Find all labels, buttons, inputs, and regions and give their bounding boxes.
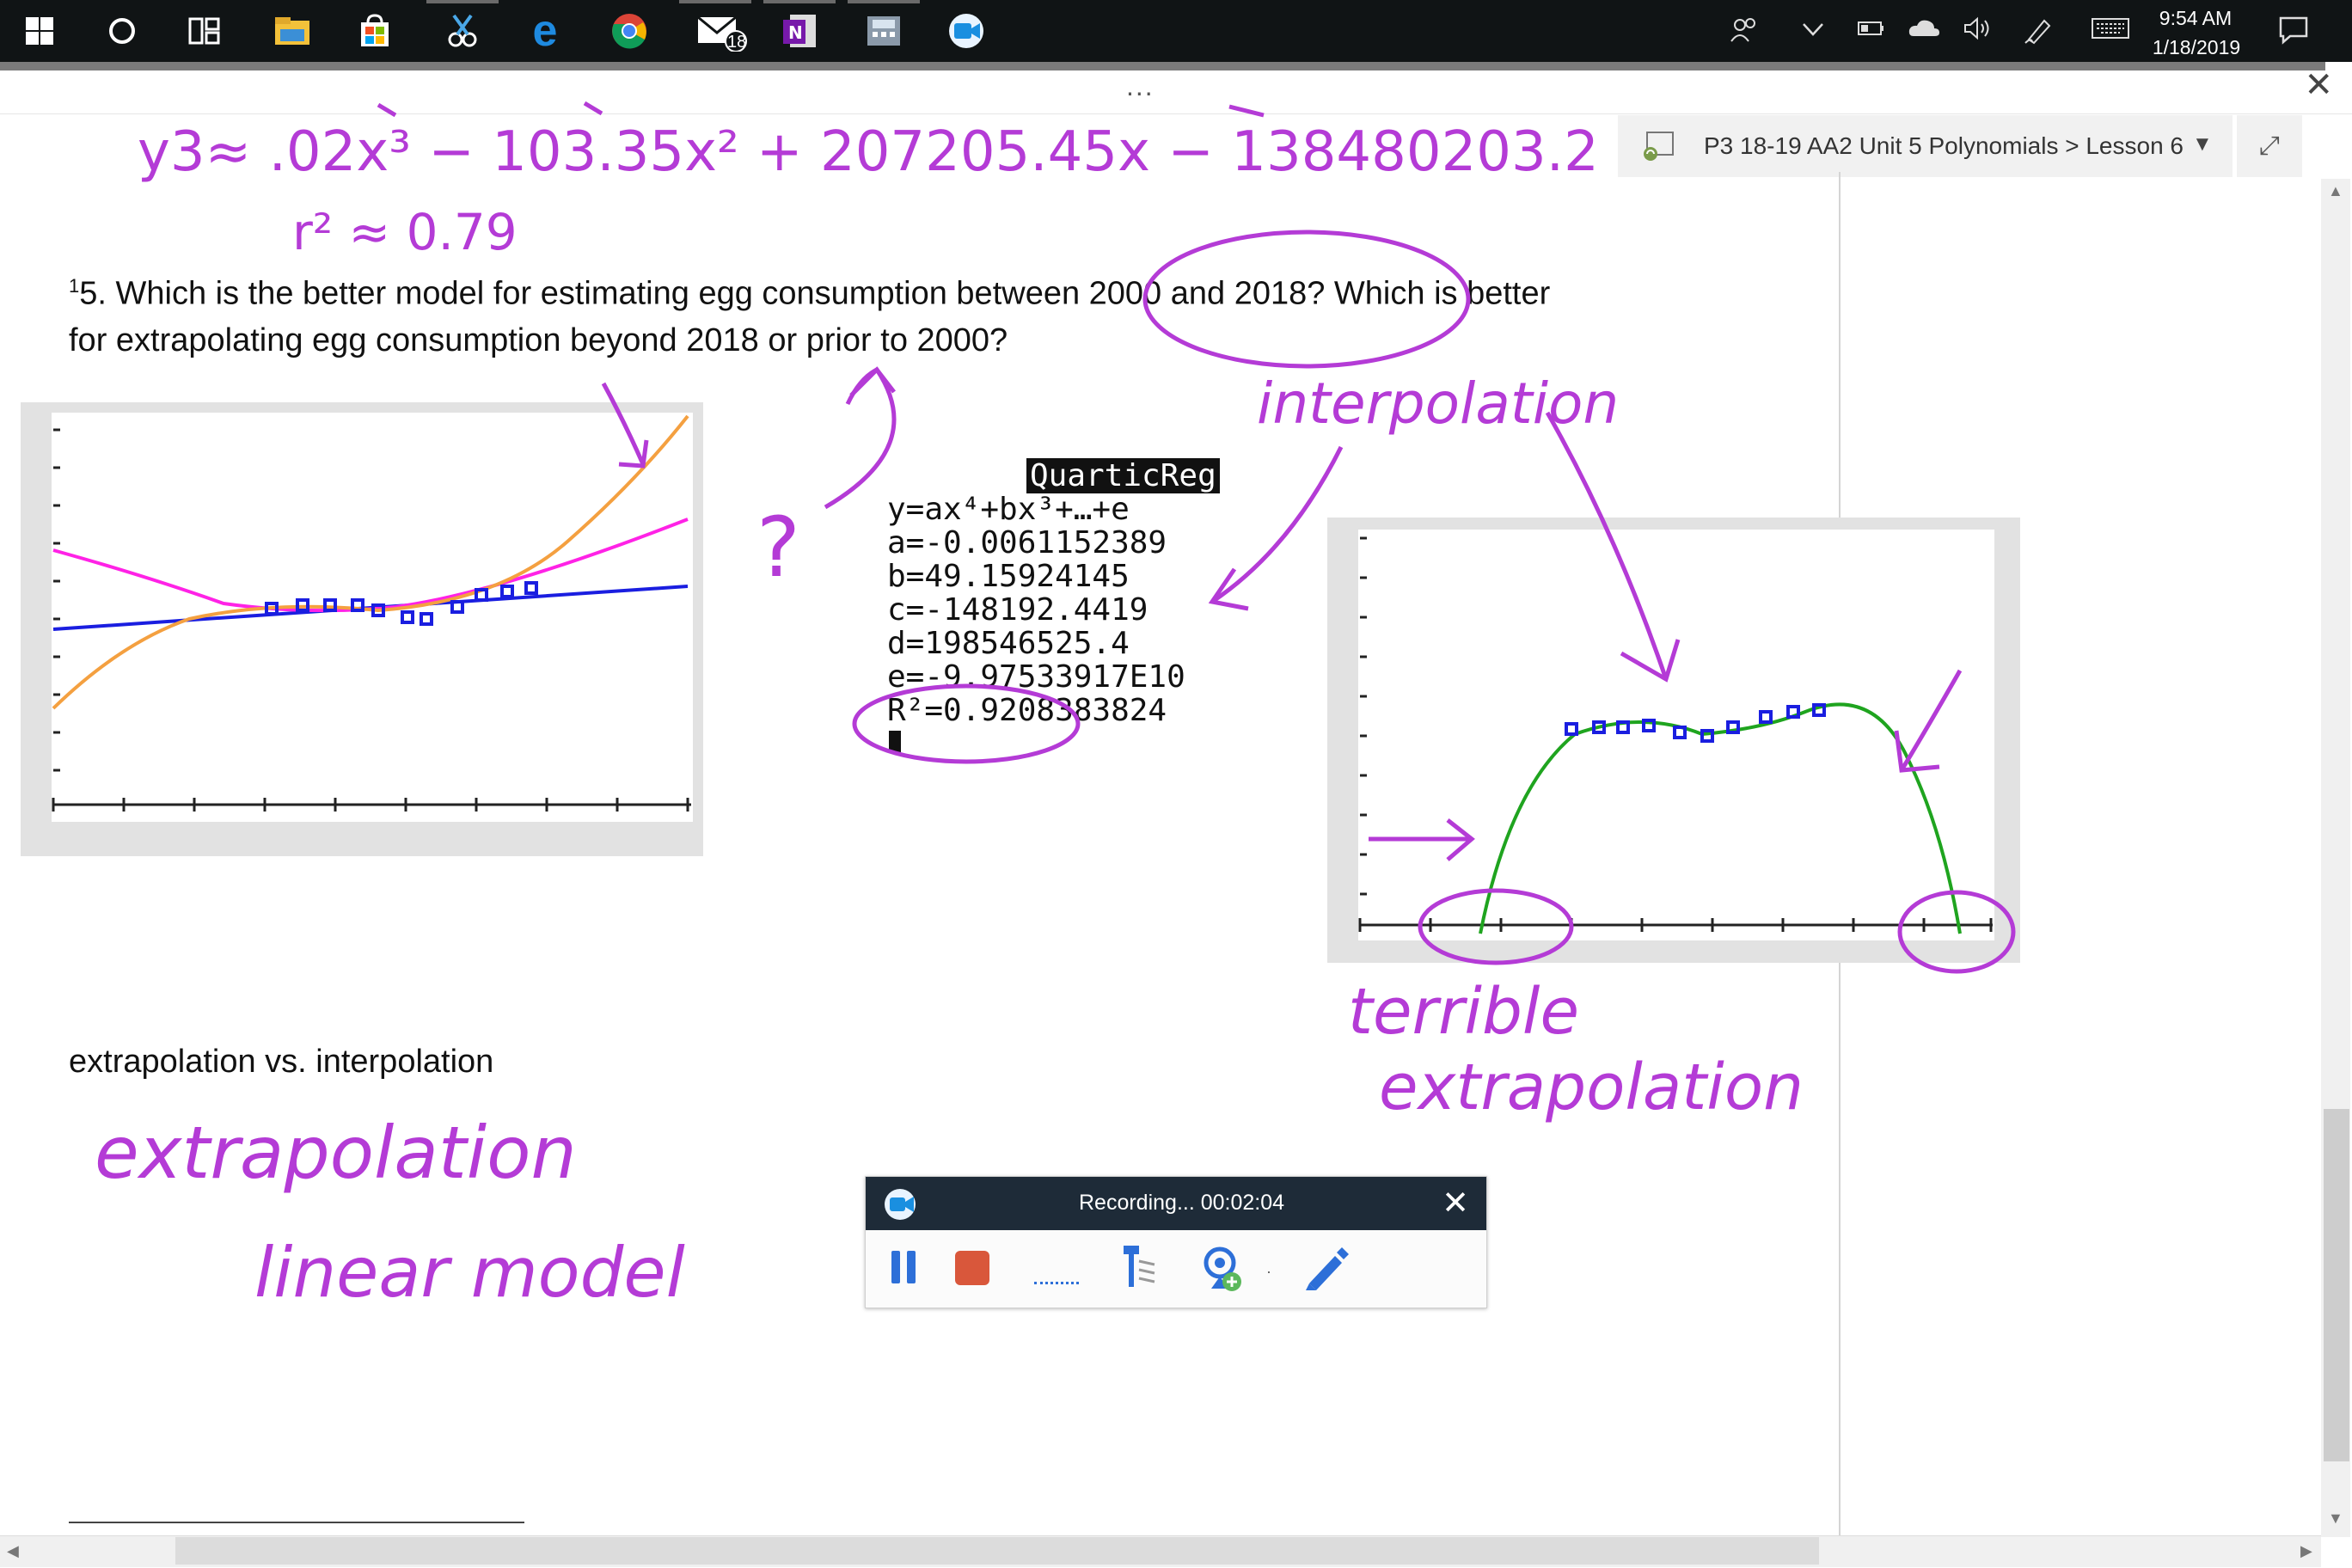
screen-recorder-toolbar: Recording... 00:02:04 ✕ · [865,1176,1487,1308]
breadcrumb-text: P3 18-19 AA2 Unit 5 Polynomials > Lesson… [1704,132,2184,159]
edge-icon[interactable]: e [524,9,566,53]
question-text: 15. Which is the better model for estima… [69,263,1550,364]
calculator-output: QuarticReg y=ax⁴+bx³+…+e a=-0.0061152389 b=… [887,458,1220,753]
windows-start-icon[interactable] [19,10,60,52]
task-view-icon[interactable] [184,10,225,52]
title-bar-strip [0,62,2325,70]
expand-icon[interactable]: ⤢ [2237,115,2302,177]
recorder-close-button[interactable]: ✕ [1442,1184,1469,1222]
more-options-button[interactable]: ... [1126,70,1155,102]
calc-line-6: e=-9.97533917E10 [887,659,1185,695]
dropdown-caret-icon[interactable]: ▼ [2192,132,2213,156]
webcam-icon[interactable] [1203,1246,1244,1294]
onenote-icon[interactable]: N [779,10,820,52]
people-icon[interactable] [1730,15,1759,52]
ink-r2: r² ≈ 0.79 [292,203,518,261]
recorder-header: Recording... 00:02:04 ✕ [866,1177,1486,1230]
audio-level-icon[interactable] [1034,1282,1079,1288]
question-line-2: for extrapolating egg consumption beyond… [69,322,1008,358]
right-graph-image [1327,518,2020,963]
ink-question-mark: ? [756,499,800,596]
pen-icon[interactable] [2024,15,2053,52]
chevron-up-icon[interactable] [1800,15,1826,48]
calc-line-3: b=49.15924145 [887,559,1130,594]
ink-linear-model: linear model [254,1233,685,1313]
regression-comparison-plot [52,414,691,812]
bottom-rule [69,1522,524,1523]
action-center-icon[interactable] [2278,15,2309,52]
calc-cursor [889,731,901,753]
keyboard-icon[interactable] [2091,15,2130,48]
calc-line-7: R²=0.9208383824 [887,693,1167,728]
vertical-scroll-thumb[interactable] [2324,1109,2349,1461]
recording-status: Recording... 00:02:04 [1079,1191,1285,1215]
screencast-logo-icon [885,1189,916,1220]
battery-icon[interactable] [1857,15,1886,48]
question-line-1: 5. Which is the better model for estimat… [79,275,1551,312]
calc-line-2: a=-0.0061152389 [887,525,1167,560]
notebook-breadcrumb[interactable]: P3 18-19 AA2 Unit 5 Polynomials > Lesson… [1618,115,2233,177]
left-graph-image [21,402,703,856]
ink-terrible: terrible [1348,975,1579,1049]
horizontal-scroll-thumb[interactable] [175,1537,1819,1565]
webcam-dropdown-icon[interactable]: · [1266,1263,1271,1281]
cortana-icon[interactable] [101,10,143,52]
snipping-tool-icon[interactable] [442,10,483,52]
calc-line-1: y=ax⁴+bx³+…+e [887,492,1130,527]
onedrive-icon[interactable] [1907,15,1941,48]
ink-interpolation: interpolation [1257,371,1619,437]
ink-extrapolation-right: extrapolation [1379,1050,1804,1124]
calculator-icon[interactable] [863,10,904,52]
store-icon[interactable] [354,10,395,52]
scroll-left-icon[interactable]: ◀ [7,1542,19,1560]
scroll-down-icon[interactable]: ▼ [2328,1510,2343,1528]
clock-date[interactable]: 1/18/2019 [2141,36,2252,59]
pen-annotate-icon[interactable] [1301,1246,1349,1292]
question-number: 1 [69,275,80,297]
narration-icon[interactable] [1120,1244,1158,1294]
chrome-icon[interactable] [609,10,650,52]
volume-icon[interactable] [1962,15,1996,48]
scroll-right-icon[interactable]: ▶ [2300,1542,2312,1560]
ink-extrapolation-left: extrapolation [95,1111,577,1195]
close-button[interactable]: ✕ [2304,65,2333,105]
screencast-icon[interactable] [947,10,989,52]
clock-time[interactable]: 9:54 AM [2144,7,2247,30]
calc-line-4: c=-148192.4419 [887,592,1148,628]
mail-icon[interactable]: 18 [695,10,750,52]
scroll-up-icon[interactable]: ▲ [2328,182,2343,200]
sync-notebook-icon [1644,132,1674,161]
ink-equation: y3≈ .02x³ − 103.35x² + 207205.45x − 1384… [138,120,1599,184]
calc-title: QuarticReg [1026,458,1220,493]
taskbar: e 18 N 9:54 AM 1/18/2019 [0,0,2352,62]
calc-line-5: d=198546525.4 [887,626,1130,661]
file-explorer-icon[interactable] [272,10,313,52]
quartic-regression-plot [1358,536,1993,934]
stop-button[interactable] [955,1251,989,1285]
svg-text:N: N [788,22,803,43]
extrapolation-vs-interpolation-label: extrapolation vs. interpolation [69,1044,494,1080]
ink-arrow-to-calc [1210,445,1344,604]
mail-badge: 18 [727,33,747,52]
pause-button[interactable] [890,1249,921,1287]
